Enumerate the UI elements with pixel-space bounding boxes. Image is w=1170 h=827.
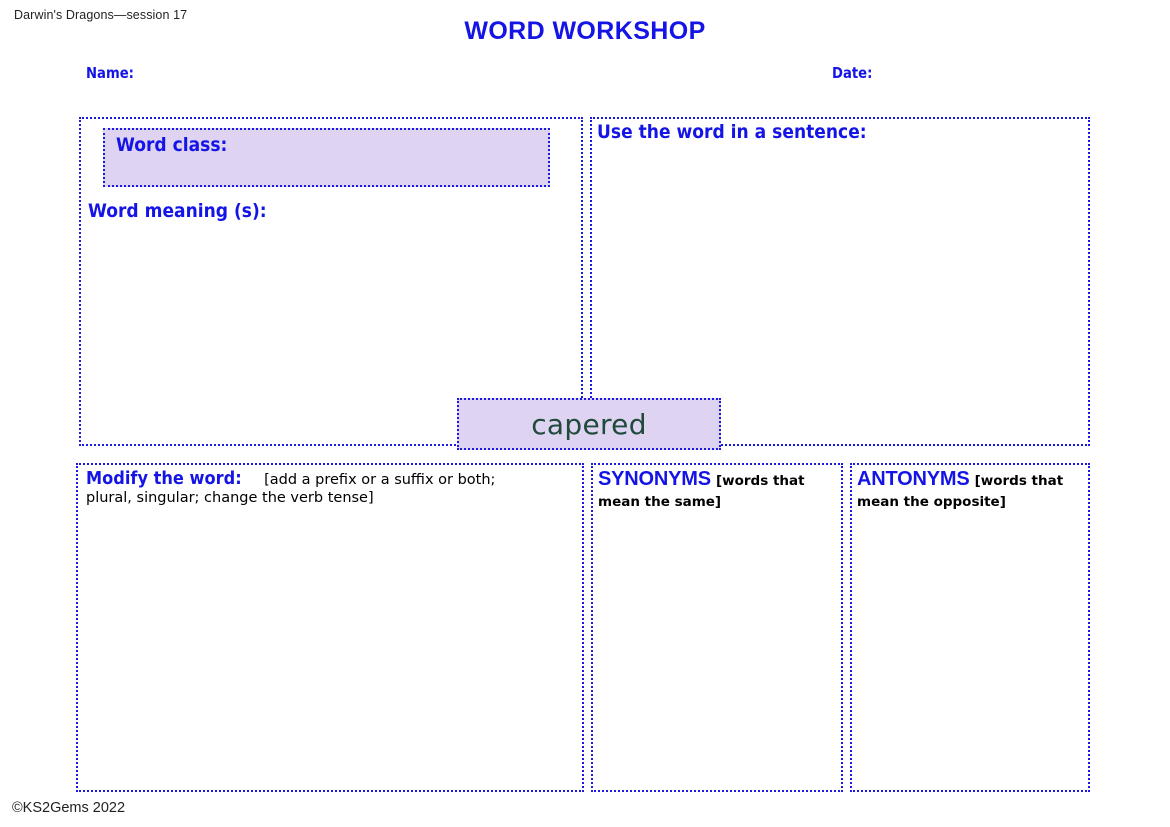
modify-word-panel[interactable] xyxy=(76,463,584,792)
copyright-footer: ©KS2Gems 2022 xyxy=(12,800,125,816)
modify-word-heading: Modify the word: [add a prefix or a suff… xyxy=(86,468,571,506)
word-meaning-label: Word meaning (s): xyxy=(88,200,267,222)
date-field-label: Date: xyxy=(832,64,872,82)
antonyms-label: ANTONYMS xyxy=(857,468,969,490)
page-title: WORD WORKSHOP xyxy=(0,17,1170,46)
name-field-label: Name: xyxy=(86,64,134,82)
sentence-panel[interactable] xyxy=(590,117,1090,446)
antonyms-heading: ANTONYMS [words that mean the opposite] xyxy=(857,468,1085,513)
modify-word-note-line-1: [add a prefix or a suffix or both; xyxy=(264,472,495,488)
synonyms-label: SYNONYMS xyxy=(598,468,711,490)
synonyms-heading: SYNONYMS [words that mean the same] xyxy=(598,468,838,513)
modify-word-note-line-2: plural, singular; change the verb tense] xyxy=(86,490,571,506)
modify-word-label: Modify the word: xyxy=(86,468,242,489)
word-class-input-box[interactable]: Word class: xyxy=(103,128,550,187)
sentence-label: Use the word in a sentence: xyxy=(597,121,867,143)
featured-word-text: capered xyxy=(531,408,647,441)
word-class-label: Word class: xyxy=(116,134,227,156)
featured-word-chip: capered xyxy=(457,398,721,450)
